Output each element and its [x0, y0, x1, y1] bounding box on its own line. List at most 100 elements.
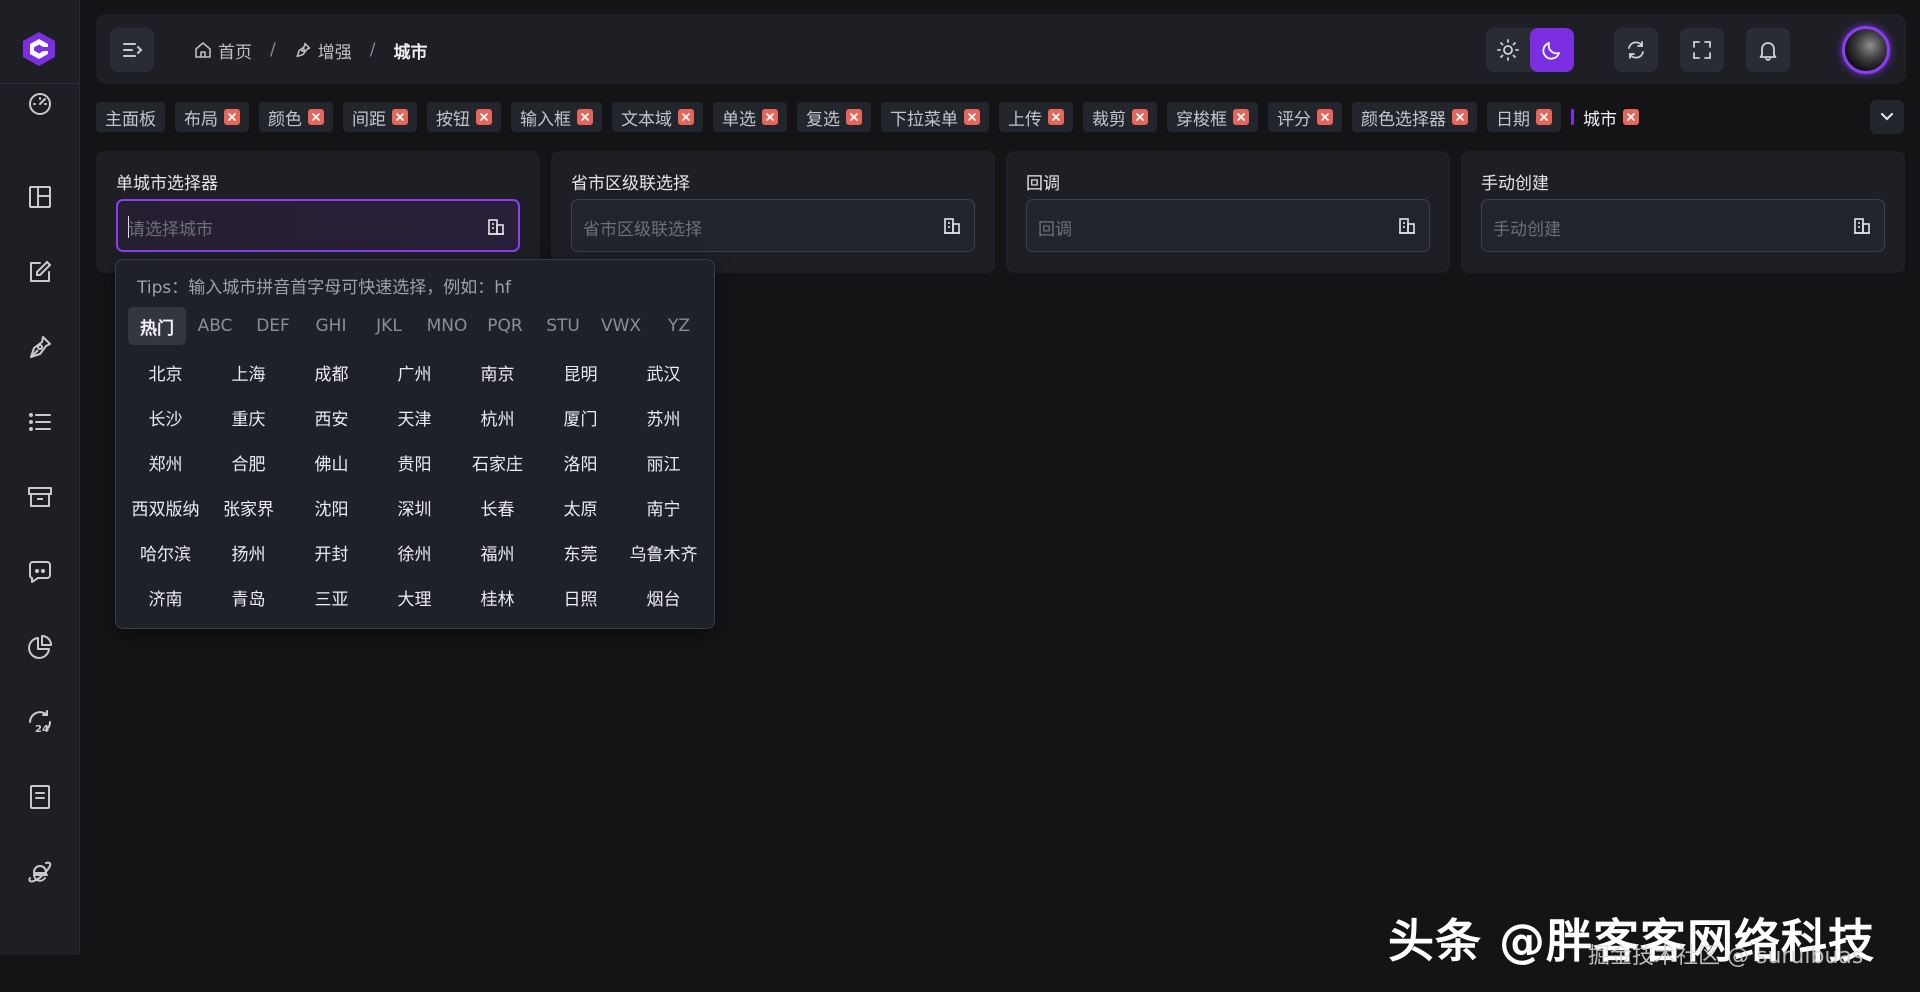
city-option[interactable]: 三亚 [290, 575, 373, 620]
tab-item[interactable]: 按钮 [427, 102, 501, 132]
city-option[interactable]: 重庆 [207, 395, 290, 440]
tab-item[interactable]: 下拉菜单 [881, 102, 989, 132]
cascader-input[interactable]: 省市区级联选择 [571, 199, 975, 252]
city-option[interactable]: 沈阳 [290, 485, 373, 530]
city-option[interactable]: 广州 [373, 350, 456, 395]
list-icon[interactable] [26, 408, 54, 436]
ie-browser-icon[interactable] [26, 858, 54, 886]
pie-chart-icon[interactable] [26, 633, 54, 661]
letter-group-tab[interactable]: MNO [418, 307, 476, 345]
document-icon[interactable] [26, 783, 54, 811]
city-option[interactable]: 日照 [539, 575, 622, 620]
24-hours-icon[interactable]: 24 [26, 708, 54, 736]
tab-item[interactable]: 穿梭框 [1167, 102, 1258, 132]
letter-group-tab[interactable]: VWX [592, 307, 650, 345]
tab-item[interactable]: 颜色选择器 [1352, 102, 1477, 132]
city-option[interactable]: 天津 [373, 395, 456, 440]
city-option[interactable]: 贵阳 [373, 440, 456, 485]
tab-item[interactable]: 复选 [797, 102, 871, 132]
tab-item[interactable]: 评分 [1268, 102, 1342, 132]
tab-close-icon[interactable] [1048, 109, 1064, 125]
city-option[interactable]: 南宁 [622, 485, 705, 530]
tab-close-icon[interactable] [1233, 109, 1249, 125]
notifications-button[interactable] [1746, 28, 1790, 72]
tab-close-icon[interactable] [1536, 109, 1552, 125]
tab-close-icon[interactable] [1623, 109, 1639, 125]
city-option[interactable]: 石家庄 [456, 440, 539, 485]
city-option[interactable]: 太原 [539, 485, 622, 530]
tab-close-icon[interactable] [1317, 109, 1333, 125]
form-edit-icon[interactable] [26, 258, 54, 286]
dark-theme-button[interactable] [1530, 28, 1574, 72]
breadcrumb-home[interactable]: 首页 [194, 38, 252, 63]
city-option[interactable]: 西安 [290, 395, 373, 440]
city-option[interactable]: 杭州 [456, 395, 539, 440]
city-option[interactable]: 西双版纳 [124, 485, 207, 530]
city-option[interactable]: 福州 [456, 530, 539, 575]
city-option[interactable]: 成都 [290, 350, 373, 395]
city-option[interactable]: 北京 [124, 350, 207, 395]
layout-icon[interactable] [26, 183, 54, 211]
city-option[interactable]: 深圳 [373, 485, 456, 530]
city-option[interactable]: 长沙 [124, 395, 207, 440]
tab-close-icon[interactable] [476, 109, 492, 125]
city-option[interactable]: 济南 [124, 575, 207, 620]
chat-icon[interactable] [26, 558, 54, 586]
tab-item[interactable]: 城市 [1571, 102, 1648, 132]
tab-close-icon[interactable] [392, 109, 408, 125]
tab-item[interactable]: 颜色 [259, 102, 333, 132]
letter-group-tab[interactable]: ABC [186, 307, 244, 345]
tab-item[interactable]: 输入框 [511, 102, 602, 132]
city-option[interactable]: 乌鲁木齐 [622, 530, 705, 575]
tab-item[interactable]: 上传 [999, 102, 1073, 132]
tab-close-icon[interactable] [678, 109, 694, 125]
tabs-dropdown-button[interactable] [1870, 100, 1904, 134]
archive-icon[interactable] [26, 483, 54, 511]
city-option[interactable]: 郑州 [124, 440, 207, 485]
tab-item[interactable]: 间距 [343, 102, 417, 132]
refresh-button[interactable] [1614, 28, 1658, 72]
city-option[interactable]: 张家界 [207, 485, 290, 530]
letter-group-tab[interactable]: DEF [244, 307, 302, 345]
tab-item[interactable]: 裁剪 [1083, 102, 1157, 132]
letter-group-tab[interactable]: GHI [302, 307, 360, 345]
city-option[interactable]: 东莞 [539, 530, 622, 575]
tab-close-icon[interactable] [577, 109, 593, 125]
city-option[interactable]: 武汉 [622, 350, 705, 395]
pen-tool-icon[interactable] [26, 333, 54, 361]
letter-group-tab[interactable]: PQR [476, 307, 534, 345]
city-option[interactable]: 苏州 [622, 395, 705, 440]
sidebar-collapse-button[interactable] [110, 28, 154, 72]
dashboard-icon[interactable] [26, 90, 54, 118]
letter-group-tab[interactable]: JKL [360, 307, 418, 345]
tab-close-icon[interactable] [224, 109, 240, 125]
city-option[interactable]: 扬州 [207, 530, 290, 575]
app-logo[interactable] [21, 31, 57, 67]
city-option[interactable]: 徐州 [373, 530, 456, 575]
city-option[interactable]: 佛山 [290, 440, 373, 485]
city-option[interactable]: 开封 [290, 530, 373, 575]
tab-close-icon[interactable] [308, 109, 324, 125]
avatar[interactable] [1842, 26, 1890, 74]
callback-input[interactable]: 回调 [1026, 199, 1430, 252]
tab-item[interactable]: 主面板 [96, 102, 165, 132]
city-option[interactable]: 青岛 [207, 575, 290, 620]
fullscreen-button[interactable] [1680, 28, 1724, 72]
letter-group-tab[interactable]: 热门 [128, 307, 186, 345]
city-option[interactable]: 桂林 [456, 575, 539, 620]
tab-item[interactable]: 单选 [713, 102, 787, 132]
city-option[interactable]: 烟台 [622, 575, 705, 620]
letter-group-tab[interactable]: STU [534, 307, 592, 345]
city-option[interactable]: 南京 [456, 350, 539, 395]
tab-item[interactable]: 日期 [1487, 102, 1561, 132]
letter-group-tab[interactable]: YZ [650, 307, 708, 345]
manual-create-input[interactable]: 手动创建 [1481, 199, 1885, 252]
tab-item[interactable]: 布局 [175, 102, 249, 132]
city-option[interactable]: 洛阳 [539, 440, 622, 485]
city-option[interactable]: 哈尔滨 [124, 530, 207, 575]
tab-close-icon[interactable] [846, 109, 862, 125]
city-select-input[interactable]: 请选择城市 [116, 199, 520, 252]
tab-close-icon[interactable] [762, 109, 778, 125]
tab-item[interactable]: 文本域 [612, 102, 703, 132]
city-option[interactable]: 合肥 [207, 440, 290, 485]
